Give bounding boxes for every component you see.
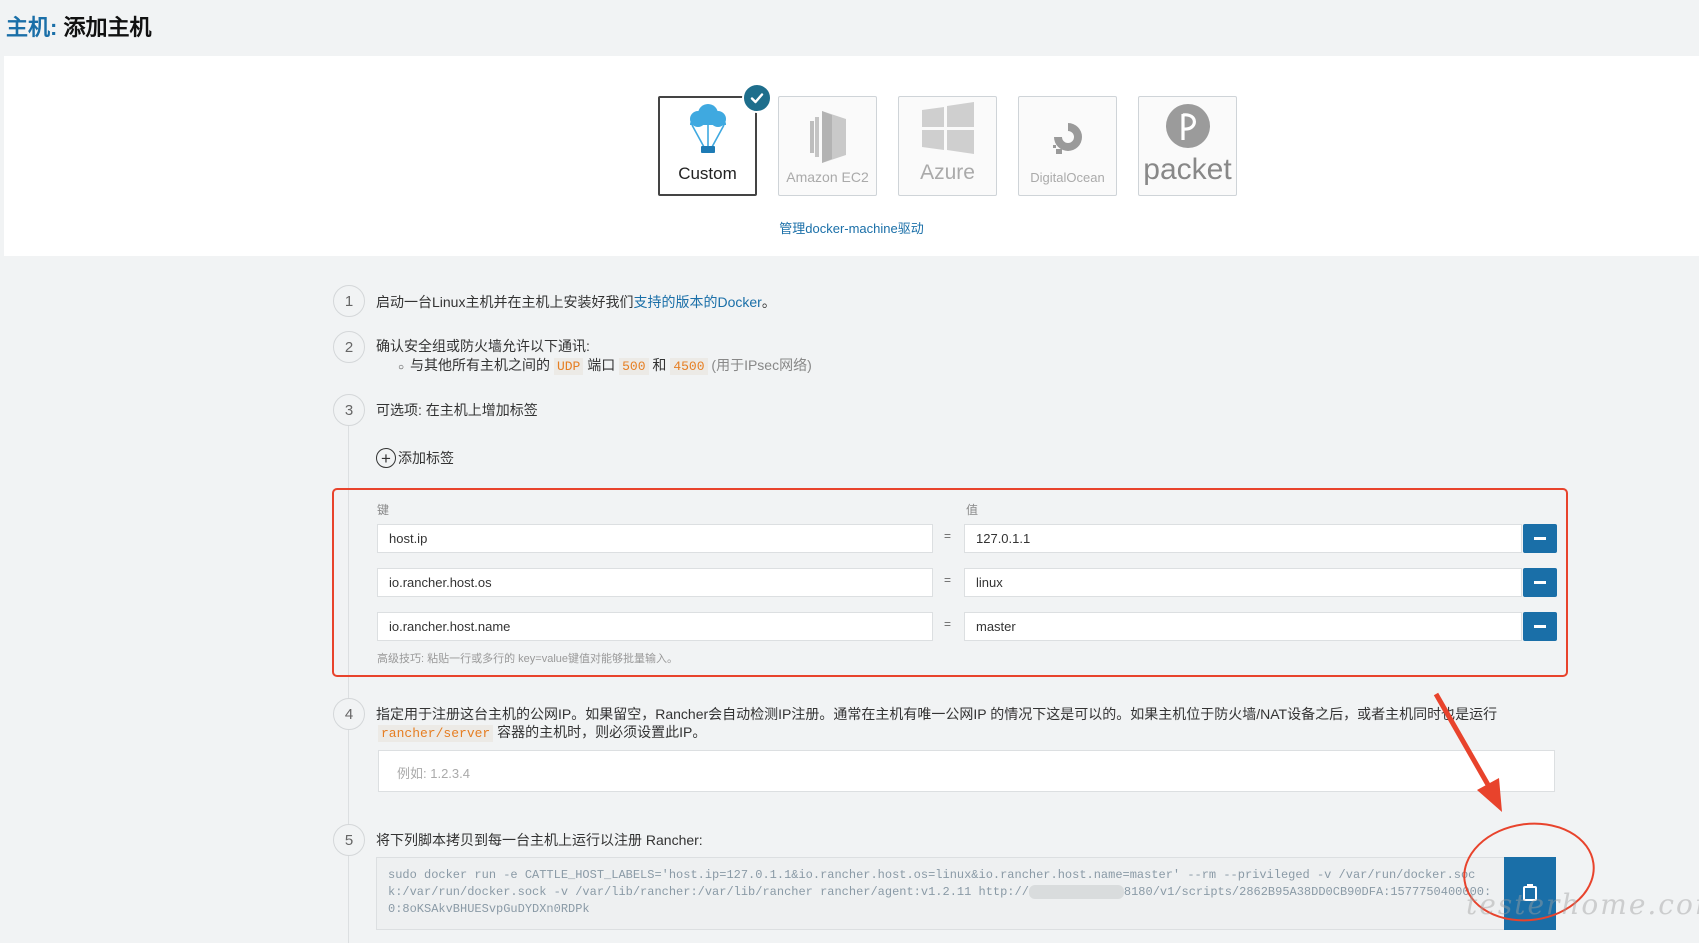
- driver-name: Custom: [678, 164, 737, 183]
- label-row: host.ip = 127.0.1.1: [377, 524, 1557, 553]
- label-row: io.rancher.host.os = linux: [377, 568, 1557, 597]
- rancher-server-code: rancher/server: [378, 725, 494, 742]
- labels-editor: 键 值 host.ip = 127.0.1.1 io.rancher.host.…: [332, 488, 1568, 677]
- driver-list: Custom Amazon EC2 Azure DigitalOcean pac…: [658, 83, 1237, 196]
- driver-azure[interactable]: Azure: [898, 96, 997, 196]
- driver-name: DigitalOcean: [1030, 170, 1105, 185]
- value-column-header: 值: [966, 503, 979, 517]
- driver-packet[interactable]: packet: [1138, 96, 1237, 196]
- windows-icon: [916, 99, 980, 157]
- amazon-ec2-icon: [796, 107, 860, 165]
- manage-drivers-link[interactable]: 管理docker-machine驱动: [4, 218, 1699, 237]
- equals-sign: =: [944, 617, 952, 631]
- page-title-prefix: 主机:: [6, 15, 58, 40]
- driver-custom[interactable]: Custom: [658, 83, 772, 196]
- step-2-bullet: ○ 与其他所有主机之间的 UDP 端口 500 和 4500 (用于IPsec网络…: [398, 357, 812, 375]
- remove-label-button[interactable]: [1523, 524, 1557, 553]
- label-row: io.rancher.host.name = master: [377, 612, 1557, 641]
- step-number-2: 2: [333, 331, 365, 363]
- step-5-title: 将下列脚本拷贝到每一台主机上运行以注册 Rancher:: [376, 832, 703, 848]
- label-key-input[interactable]: io.rancher.host.name: [377, 612, 933, 641]
- add-label-button[interactable]: + 添加标签: [376, 448, 454, 468]
- script-line: sudo docker run -e CATTLE_HOST_LABELS='h…: [388, 868, 1476, 882]
- script-line: k:/var/run/docker.sock -v /var/lib/ranch…: [388, 884, 1492, 899]
- driver-name: packet: [1143, 153, 1232, 186]
- minus-icon: [1534, 625, 1546, 628]
- remove-label-button[interactable]: [1523, 612, 1557, 641]
- label-value-input[interactable]: linux: [964, 568, 1522, 597]
- add-label-text: 添加标签: [398, 450, 454, 466]
- step-number-3: 3: [333, 394, 365, 426]
- label-value-input[interactable]: 127.0.1.1: [964, 524, 1522, 553]
- minus-icon: [1534, 581, 1546, 584]
- step-number-1: 1: [333, 285, 365, 317]
- step-4-line1: 指定用于注册这台主机的公网IP。如果留空，Rancher会自动检测IP注册。通常…: [376, 706, 1498, 722]
- parachute-icon: [676, 102, 740, 160]
- bulk-input-hint: 高级技巧: 粘贴一行或多行的 key=value键值对能够批量输入。: [377, 653, 679, 665]
- label-key-input[interactable]: host.ip: [377, 524, 933, 553]
- minus-icon: [1534, 537, 1546, 540]
- label-value-input[interactable]: master: [964, 612, 1522, 641]
- public-ip-input[interactable]: 例如: 1.2.3.4: [378, 750, 1555, 792]
- plus-circle-icon: +: [376, 448, 396, 468]
- step-3-title: 可选项: 在主机上增加标签: [376, 402, 538, 418]
- key-column-header: 键: [377, 503, 390, 517]
- step-number-5: 5: [333, 824, 365, 856]
- label-key-input[interactable]: io.rancher.host.os: [377, 568, 933, 597]
- digitalocean-icon: [1036, 108, 1100, 166]
- step-number-4: 4: [333, 698, 365, 730]
- step-1-text: 启动一台Linux主机并在主机上安装好我们支持的版本的Docker。: [376, 294, 776, 310]
- script-line: 0:8oKSAkvBHUESvpGuDYDXn0RDPk: [388, 902, 590, 916]
- packet-icon: [1156, 97, 1220, 155]
- selected-check-icon: [742, 83, 772, 113]
- driver-name: Amazon EC2: [786, 169, 869, 185]
- driver-amazon-ec2[interactable]: Amazon EC2: [778, 96, 877, 196]
- registration-script[interactable]: sudo docker run -e CATTLE_HOST_LABELS='h…: [376, 857, 1556, 930]
- remove-label-button[interactable]: [1523, 568, 1557, 597]
- driver-digitalocean[interactable]: DigitalOcean: [1018, 96, 1117, 196]
- step-2-title: 确认安全组或防火墙允许以下通讯:: [376, 338, 590, 354]
- watermark: testerhome.com: [1466, 888, 1699, 921]
- driver-panel: Custom Amazon EC2 Azure DigitalOcean pac…: [4, 56, 1699, 256]
- driver-name: Azure: [920, 161, 975, 184]
- page-title: 主机: 添加主机: [6, 10, 151, 42]
- equals-sign: =: [944, 529, 952, 543]
- page-title-text: 添加主机: [63, 15, 152, 40]
- redacted-host: [1028, 884, 1124, 899]
- supported-docker-link[interactable]: 支持的版本的Docker: [633, 294, 761, 310]
- step-4-line2: rancher/server 容器的主机时，则必须设置此IP。: [378, 722, 706, 742]
- equals-sign: =: [944, 573, 952, 587]
